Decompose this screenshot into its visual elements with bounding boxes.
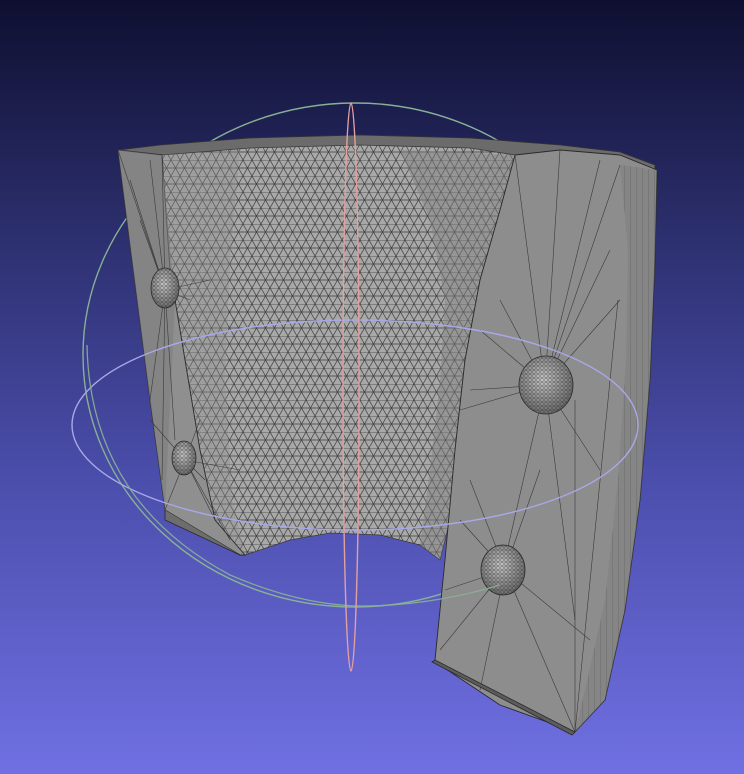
sphere-feature <box>171 440 197 476</box>
sphere-feature <box>150 267 180 309</box>
sphere-feature <box>518 355 574 415</box>
3d-viewport[interactable] <box>0 0 744 774</box>
mesh-scene[interactable] <box>0 0 744 774</box>
mesh-object <box>117 134 658 736</box>
sphere-feature <box>480 544 526 596</box>
